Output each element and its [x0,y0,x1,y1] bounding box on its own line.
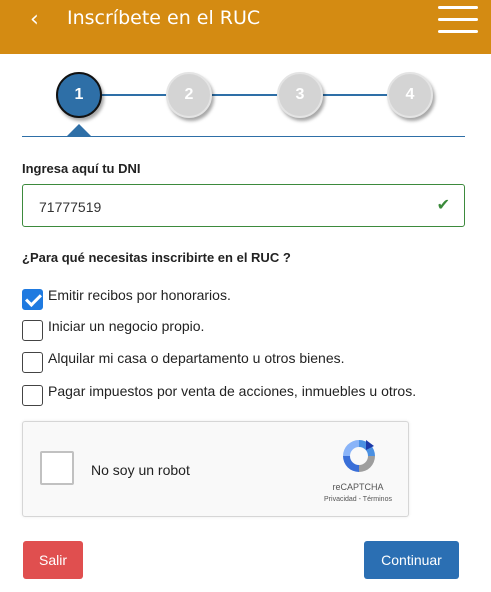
valid-check-icon: ✔ [436,195,450,214]
step-2: 2 [166,72,212,118]
option-emitir-recibos[interactable]: Emitir recibos por honorarios. [22,287,482,311]
purpose-question: ¿Para qué necesitas inscribirte en el RU… [22,250,291,265]
step-4: 4 [387,72,433,118]
hamburger-menu-icon[interactable] [438,6,478,36]
option-label: Emitir recibos por honorarios. [48,287,231,303]
checkbox[interactable] [22,352,43,373]
dni-label: Ingresa aquí tu DNI [22,161,141,176]
step-1: 1 [56,72,102,118]
page-title: Inscríbete en el RUC [67,7,261,29]
option-label: Pagar impuestos por venta de acciones, i… [48,383,417,399]
stepper-divider [22,136,465,137]
recaptcha-brand: reCAPTCHA [332,482,384,492]
back-arrow-icon[interactable]: ‹ [30,7,39,32]
step-3: 3 [277,72,323,118]
option-iniciar-negocio[interactable]: Iniciar un negocio propio. [22,318,482,342]
stepper-connector [80,94,410,96]
menu-bar [438,30,478,33]
recaptcha-label: No soy un robot [91,462,190,478]
recaptcha-links[interactable]: Privacidad - Términos [303,496,413,503]
checkbox[interactable] [22,320,43,341]
recaptcha-checkbox[interactable] [40,451,74,485]
app-header: ‹ Inscríbete en el RUC [0,0,491,54]
active-step-pointer [67,124,91,136]
dni-input[interactable]: 71777519 ✔ [22,184,465,227]
checkbox[interactable] [22,385,43,406]
continue-button[interactable]: Continuar [364,541,459,579]
progress-stepper: 1 2 3 4 [0,64,491,140]
option-pagar-impuestos[interactable]: Pagar impuestos por venta de acciones, i… [22,383,482,407]
recaptcha-widget: No soy un robot reCAPTCHA Privacidad - T… [22,421,409,517]
menu-bar [438,6,478,9]
option-alquilar[interactable]: Alquilar mi casa o departamento u otros … [22,350,482,374]
option-label: Iniciar un negocio propio. [48,318,205,334]
checkbox-checked[interactable] [22,289,43,310]
recaptcha-logo-icon [343,440,375,472]
dni-value: 71777519 [39,199,102,215]
menu-bar [438,18,478,21]
exit-button[interactable]: Salir [23,541,83,579]
option-label: Alquilar mi casa o departamento u otros … [48,350,345,366]
